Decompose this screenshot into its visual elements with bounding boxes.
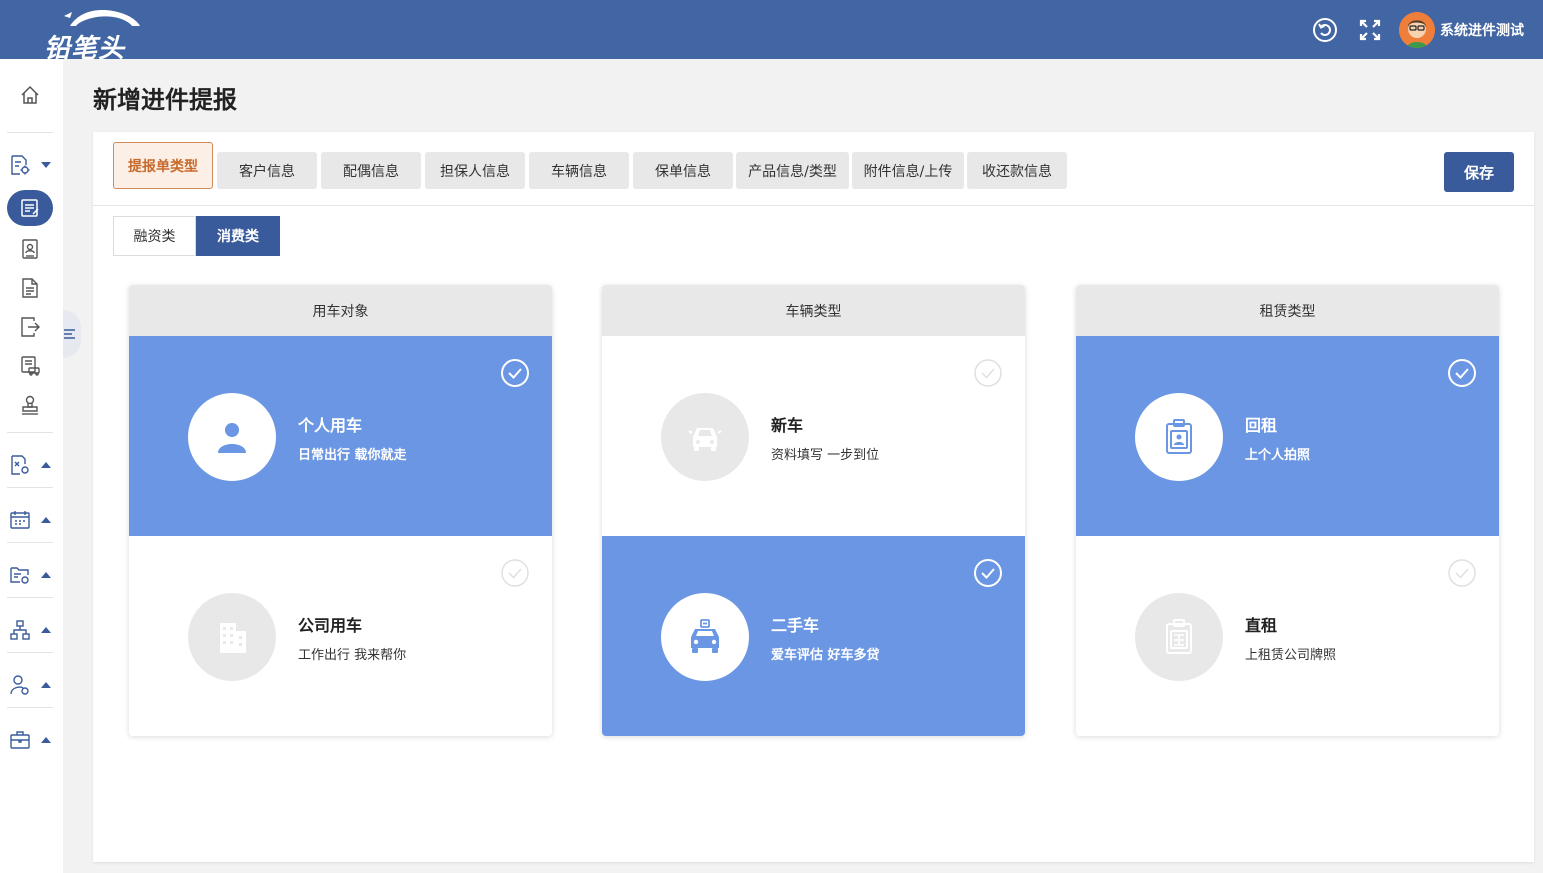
chevron-up-icon[interactable] <box>41 682 51 688</box>
save-button[interactable]: 保存 <box>1444 152 1514 192</box>
badge-lease-icon <box>1135 593 1223 681</box>
badge-person-icon <box>1135 393 1223 481</box>
avatar[interactable] <box>1399 12 1435 48</box>
option-subtitle: 上租赁公司牌照 <box>1245 648 1337 663</box>
brand-logo[interactable]: 铅笔头 <box>40 4 155 64</box>
card-header: 用车对象 <box>129 285 552 336</box>
sidebar-divider <box>7 542 53 543</box>
menu-fold-icon <box>64 329 75 339</box>
subtab-financing[interactable]: 融资类 <box>113 216 196 256</box>
check-circle-icon <box>974 559 1002 587</box>
tabs-divider <box>93 205 1534 206</box>
chevron-down-icon[interactable] <box>41 162 51 168</box>
sidebar-divider <box>7 487 53 488</box>
option-personal-car[interactable]: 个人用车 日常出行 载你就走 <box>129 336 552 536</box>
option-company-car[interactable]: 公司用车 工作出行 我来帮你 <box>129 536 552 736</box>
top-header: 铅笔头 系统进件测试 <box>0 0 1543 64</box>
new-car-icon <box>661 393 749 481</box>
used-car-icon <box>661 593 749 681</box>
check-circle-icon <box>501 559 529 587</box>
check-circle-icon <box>1448 559 1476 587</box>
sidebar-divider <box>7 597 53 598</box>
form-edit-icon[interactable] <box>19 197 41 219</box>
tab-policy-info[interactable]: 保单信息 <box>633 152 733 189</box>
tab-customer-info[interactable]: 客户信息 <box>217 152 317 189</box>
tab-vehicle-info[interactable]: 车辆信息 <box>529 152 629 189</box>
export-icon[interactable] <box>19 316 41 338</box>
card-header: 车辆类型 <box>602 285 1025 336</box>
option-subtitle: 资料填写 一步到位 <box>771 448 880 463</box>
fullscreen-icon[interactable] <box>1356 16 1384 44</box>
calendar-icon[interactable] <box>9 509 31 531</box>
sidebar-divider <box>7 707 53 708</box>
option-new-car[interactable]: 新车 资料填写 一步到位 <box>602 336 1025 536</box>
chevron-up-icon[interactable] <box>41 627 51 633</box>
refresh-icon[interactable] <box>1311 16 1339 44</box>
chevron-up-icon[interactable] <box>41 517 51 523</box>
option-direct-lease[interactable]: 直租 上租赁公司牌照 <box>1076 536 1499 736</box>
sidebar <box>0 59 63 873</box>
username[interactable]: 系统进件测试 <box>1440 20 1524 40</box>
tab-guarantor-info[interactable]: 担保人信息 <box>425 152 525 189</box>
subtab-consumer[interactable]: 消费类 <box>196 216 280 256</box>
building-icon <box>188 593 276 681</box>
option-title: 个人用车 <box>298 416 363 435</box>
stamp-icon[interactable] <box>19 394 41 416</box>
sidebar-divider <box>7 652 53 653</box>
tab-repayment-info[interactable]: 收还款信息 <box>967 152 1067 189</box>
option-title: 公司用车 <box>298 616 363 635</box>
option-title: 二手车 <box>771 616 820 635</box>
tab-report-type[interactable]: 提报单类型 <box>113 142 213 189</box>
page-title: 新增进件提报 <box>93 86 237 114</box>
id-card-icon[interactable] <box>19 238 41 260</box>
sidebar-divider <box>7 432 53 433</box>
user-settings-icon[interactable] <box>9 674 31 696</box>
card-lease-type: 租赁类型 回租 上个人拍照 直租 上租赁公司牌照 <box>1076 285 1499 736</box>
chevron-up-icon[interactable] <box>41 737 51 743</box>
tab-attachment-upload[interactable]: 附件信息/上传 <box>852 152 964 189</box>
check-circle-icon <box>974 359 1002 387</box>
option-subtitle: 爱车评估 好车多贷 <box>771 648 880 663</box>
option-leaseback[interactable]: 回租 上个人拍照 <box>1076 336 1499 536</box>
folder-settings-icon[interactable] <box>9 564 31 586</box>
chevron-up-icon[interactable] <box>41 462 51 468</box>
card-vehicle-user: 用车对象 个人用车 日常出行 载你就走 公司用车 工作出行 我来帮你 <box>129 285 552 736</box>
option-used-car[interactable]: 二手车 爱车评估 好车多贷 <box>602 536 1025 736</box>
tab-product-info[interactable]: 产品信息/类型 <box>736 152 849 189</box>
sidebar-divider <box>7 132 53 133</box>
option-title: 新车 <box>771 416 804 435</box>
card-vehicle-type: 车辆类型 新车 资料填写 一步到位 二手车 爱车评估 好车多贷 <box>602 285 1025 736</box>
chevron-up-icon[interactable] <box>41 572 51 578</box>
main-panel: 提报单类型 客户信息 配偶信息 担保人信息 车辆信息 保单信息 产品信息/类型 … <box>93 132 1534 862</box>
org-chart-icon[interactable] <box>9 619 31 641</box>
option-subtitle: 日常出行 载你就走 <box>298 448 407 463</box>
option-title: 回租 <box>1245 416 1278 435</box>
card-header: 租赁类型 <box>1076 285 1499 336</box>
check-circle-icon <box>501 359 529 387</box>
file-settings-icon[interactable] <box>9 454 31 476</box>
doc-settings-icon[interactable] <box>9 154 31 176</box>
option-subtitle: 上个人拍照 <box>1245 448 1311 463</box>
option-title: 直租 <box>1245 616 1278 635</box>
check-circle-icon <box>1448 359 1476 387</box>
option-subtitle: 工作出行 我来帮你 <box>298 648 407 663</box>
briefcase-icon[interactable] <box>9 729 31 751</box>
document-icon[interactable] <box>19 277 41 299</box>
sidebar-collapse-toggle[interactable] <box>63 310 81 358</box>
home-icon[interactable] <box>19 84 41 106</box>
person-icon <box>188 393 276 481</box>
tab-spouse-info[interactable]: 配偶信息 <box>321 152 421 189</box>
car-list-icon[interactable] <box>19 355 41 377</box>
